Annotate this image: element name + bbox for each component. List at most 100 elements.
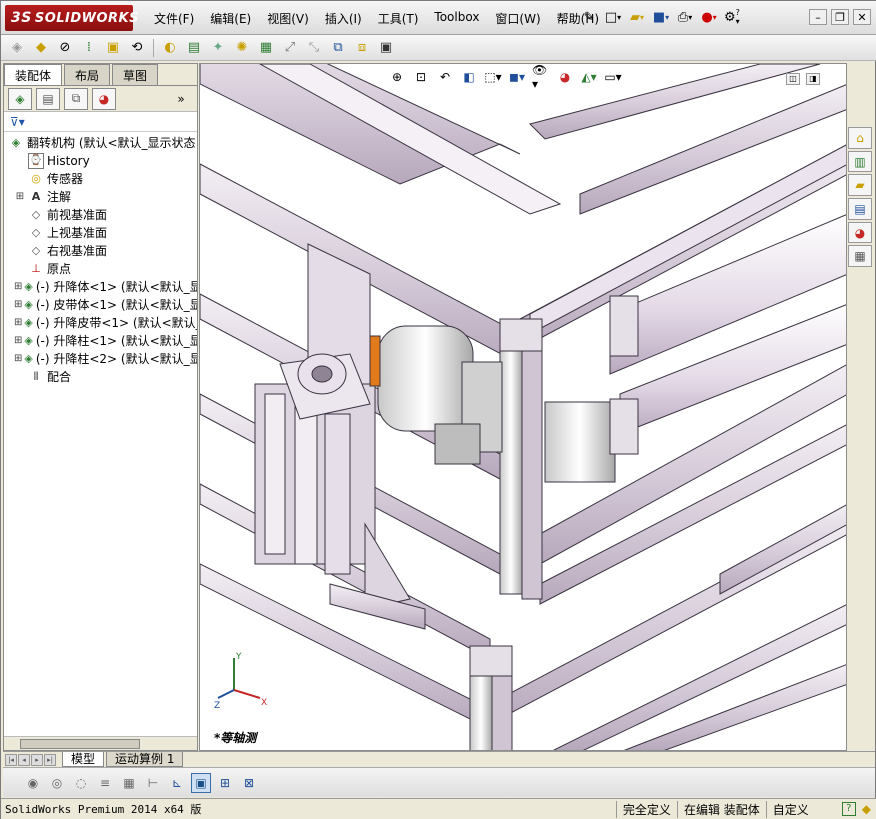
menu-file[interactable]: 文件(F) [146, 10, 202, 27]
tree-item-origin[interactable]: ⊥ 原点 [6, 260, 197, 278]
tree-item-component[interactable]: ⊞ ◈ (-) 皮带体<1> (默认<默认_显 [6, 296, 197, 314]
pin-icon[interactable]: ✎ [579, 7, 599, 27]
new-document-icon[interactable]: □ ▾ [603, 7, 623, 27]
rebuild-icon[interactable]: ● ▾ [699, 7, 719, 27]
interference-detection-icon[interactable]: ⧉ [328, 38, 348, 58]
print-icon[interactable]: ⎙ ▾ [675, 7, 695, 27]
menu-view[interactable]: 视图(V) [259, 10, 317, 27]
axis-icon[interactable]: ⊾ [167, 773, 187, 793]
menu-toolbox[interactable]: Toolbox [426, 10, 487, 27]
insert-component-icon[interactable]: ◆ [31, 38, 51, 58]
tab-layout[interactable]: 布局 [64, 64, 111, 85]
menu-window[interactable]: 窗口(W) [487, 10, 548, 27]
tree-item-component[interactable]: ⊞ ◈ (-) 升降皮带<1> (默认<默认_显 [6, 314, 197, 332]
tree-item-annotations[interactable]: ⊞ A 注解 [6, 188, 197, 206]
smart-fasteners-icon[interactable]: ▣ [103, 38, 123, 58]
exploded-view-icon[interactable]: ⤢ [280, 38, 300, 58]
menu-edit[interactable]: 编辑(E) [202, 10, 259, 27]
tree-item-right-plane[interactable]: ◇ 右视基准面 [6, 242, 197, 260]
tree-horizontal-scrollbar[interactable] [4, 736, 197, 750]
previous-view-icon[interactable]: ↶ [436, 68, 454, 86]
custom-properties-icon[interactable]: ▦ [848, 245, 872, 268]
expand-plus-icon[interactable]: ⊞ [14, 350, 22, 368]
display-manager-tab-icon[interactable]: ◕ [92, 87, 116, 110]
tab-model[interactable]: 模型 [62, 752, 105, 767]
expand-more-icon[interactable]: » [169, 88, 193, 110]
lines-icon[interactable]: ≡ [95, 773, 115, 793]
mate-icon[interactable]: ⊘ [55, 38, 75, 58]
menu-insert[interactable]: 插入(I) [317, 10, 370, 27]
display-style-icon[interactable]: ◼▾ [508, 68, 526, 86]
feature-manager-tab-icon[interactable]: ◈ [8, 87, 32, 110]
graphics-area[interactable]: ⊕ ⊡ ↶ ◧ ⬚▾ ◼▾ 👁▾ ◕ ◭▾ ▭▾ ◫ ◨ Y X Z *等轴测 [199, 63, 847, 751]
menu-tools[interactable]: 工具(T) [370, 10, 427, 27]
apply-scene-icon[interactable]: ◭▾ [580, 68, 598, 86]
shaded-with-edges-icon[interactable]: ▣ [191, 772, 211, 793]
view-settings-icon[interactable]: ▭▾ [604, 68, 622, 86]
property-manager-tab-icon[interactable]: ▤ [36, 87, 60, 110]
expand-plus-icon[interactable]: ⊞ [14, 188, 26, 206]
dimension-icon[interactable]: ⊢ [143, 773, 163, 793]
expand-plus-icon[interactable]: ⊞ [14, 296, 22, 314]
bill-of-materials-icon[interactable]: ▦ [256, 38, 276, 58]
file-explorer-icon[interactable]: ▰ [848, 174, 872, 197]
minimize-icon[interactable]: – [809, 9, 827, 25]
expand-plus-icon[interactable]: ⊞ [14, 332, 22, 350]
restore-icon[interactable]: ❐ [831, 9, 849, 25]
tag-icon[interactable]: ◆ [862, 802, 871, 816]
assembly-features-icon[interactable]: ▤ [184, 38, 204, 58]
tab-sketch[interactable]: 草图 [112, 64, 159, 85]
tree-item-sensors[interactable]: ◎ 传感器 [6, 170, 197, 188]
prev-tab-icon[interactable]: ◂ [18, 753, 30, 766]
tree-root-assembly[interactable]: ◈ 翻转机构 (默认<默认_显示状态 [6, 134, 197, 152]
explode-line-sketch-icon[interactable]: ⤡ [304, 38, 324, 58]
tree-item-component[interactable]: ⊞ ◈ (-) 升降柱<1> (默认<默认_显 [6, 332, 197, 350]
scrollbar-thumb[interactable] [20, 739, 140, 749]
first-tab-icon[interactable]: |◂ [5, 753, 17, 766]
tab-motion-study[interactable]: 运动算例 1 [106, 752, 184, 767]
filter-icon[interactable]: ⊽▾ [4, 112, 197, 132]
edit-appearance-icon[interactable]: ◕ [556, 68, 574, 86]
pattern-icon[interactable]: ▦ [119, 773, 139, 793]
move-component-icon[interactable]: ⟲ [127, 38, 147, 58]
help-icon[interactable]: ? [841, 802, 856, 816]
next-tab-icon[interactable]: ▸ [31, 753, 43, 766]
section-view-icon[interactable]: ◧ [460, 68, 478, 86]
last-tab-icon[interactable]: ▸| [44, 753, 56, 766]
tree-item-front-plane[interactable]: ◇ 前视基准面 [6, 206, 197, 224]
hidden-lines-icon[interactable]: ◎ [47, 773, 67, 793]
view-palette-icon[interactable]: ▤ [848, 198, 872, 220]
new-motion-study-icon[interactable]: ✺ [232, 38, 252, 58]
expand-plus-icon[interactable]: ⊞ [14, 314, 22, 332]
viewport-maximize-icon[interactable]: ◨ [806, 73, 820, 85]
solidworks-resources-icon[interactable]: ⌂ [848, 127, 872, 149]
zoom-icon[interactable]: ⊠ [239, 773, 259, 793]
tab-assembly[interactable]: 装配体 [4, 64, 63, 85]
tree-item-component[interactable]: ⊞ ◈ (-) 升降柱<2> (默认<默认_显 [6, 350, 197, 368]
design-library-icon[interactable]: ▥ [848, 150, 872, 173]
zoom-to-fit-icon[interactable]: ⊕ [388, 68, 406, 86]
grid-icon[interactable]: ⊞ [215, 773, 235, 793]
tree-item-mates[interactable]: ⫴ 配合 [6, 368, 197, 386]
tree-item-history[interactable]: ⌚ History [6, 152, 197, 170]
open-folder-icon[interactable]: ▰ ▾ [627, 7, 647, 27]
tree-item-component[interactable]: ⊞ ◈ (-) 升降体<1> (默认<默认_显 [6, 278, 197, 296]
hide-show-items-icon[interactable]: 👁▾ [532, 64, 550, 91]
viewport-split-icon[interactable]: ◫ [786, 73, 800, 85]
edit-component-icon[interactable]: ◈ [7, 38, 27, 58]
instant3d-icon[interactable]: ▣ [376, 38, 396, 58]
linear-pattern-icon[interactable]: ⁞ [79, 38, 99, 58]
zoom-to-area-icon[interactable]: ⊡ [412, 68, 430, 86]
units-status[interactable]: 自定义 [765, 800, 836, 818]
reference-geometry-icon[interactable]: ✦ [208, 38, 228, 58]
close-icon[interactable]: ✕ [853, 9, 871, 25]
show-hidden-icon[interactable]: ◐ [160, 38, 180, 58]
configuration-manager-tab-icon[interactable]: ⧉ [64, 87, 88, 110]
clearance-verification-icon[interactable]: ⧈ [352, 38, 372, 58]
tree-item-top-plane[interactable]: ◇ 上视基准面 [6, 224, 197, 242]
wireframe-icon[interactable]: ◌ [71, 773, 91, 793]
save-icon[interactable]: ■ ▾ [651, 7, 671, 27]
options-icon[interactable]: ⚙ ?▾ [723, 7, 743, 27]
expand-plus-icon[interactable]: ⊞ [14, 278, 22, 296]
shaded-icon[interactable]: ◉ [23, 773, 43, 793]
